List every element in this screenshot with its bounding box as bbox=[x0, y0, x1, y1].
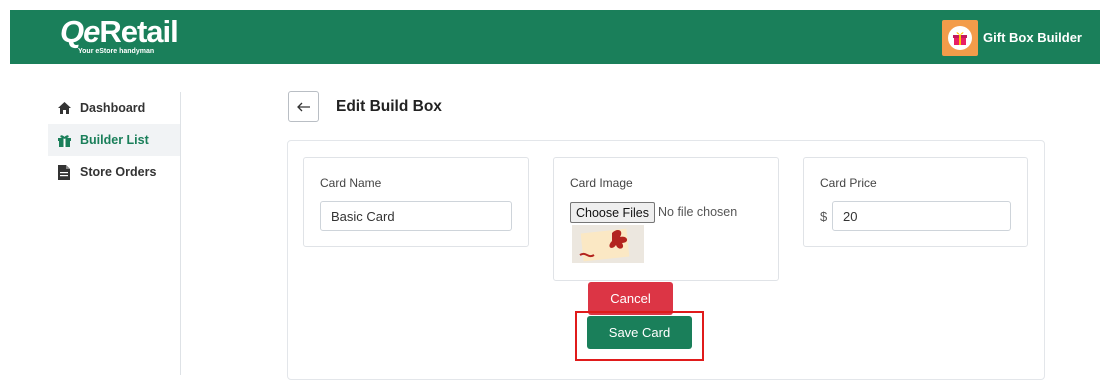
app-title: Gift Box Builder bbox=[983, 30, 1082, 45]
sidebar-item-dashboard[interactable]: Dashboard bbox=[48, 92, 180, 124]
document-icon bbox=[56, 164, 72, 180]
logo-prefix: Qe bbox=[60, 14, 100, 49]
card-price-card: Card Price $ 20 bbox=[803, 157, 1028, 247]
logo-tagline: Your eStore handyman bbox=[78, 48, 155, 55]
currency-symbol: $ bbox=[820, 209, 828, 224]
app-badge[interactable]: Gift Box Builder bbox=[942, 19, 1082, 56]
card-name-input[interactable]: Basic Card bbox=[320, 201, 512, 231]
page-title: Edit Build Box bbox=[336, 97, 442, 115]
card-image-card: Card Image Choose Files No file chosen bbox=[553, 157, 779, 281]
choose-files-button[interactable]: Choose Files bbox=[570, 202, 655, 223]
page-header: Edit Build Box bbox=[288, 91, 442, 122]
sidebar-item-label: Store Orders bbox=[80, 165, 157, 179]
home-icon bbox=[56, 100, 72, 116]
card-name-label: Card Name bbox=[320, 176, 382, 190]
save-card-button[interactable]: Save Card bbox=[587, 316, 692, 349]
card-image-preview bbox=[572, 225, 644, 263]
card-name-card: Card Name Basic Card bbox=[303, 157, 529, 247]
gift-icon bbox=[56, 132, 72, 148]
card-name-value: Basic Card bbox=[331, 208, 395, 224]
arrow-left-icon bbox=[296, 102, 310, 111]
card-price-input[interactable]: 20 bbox=[832, 201, 1011, 231]
sidebar-item-label: Dashboard bbox=[80, 101, 146, 115]
card-price-label: Card Price bbox=[820, 176, 877, 190]
sidebar: Dashboard Builder List Store Orders bbox=[48, 92, 181, 375]
top-navbar: QeRetail Your eStore handyman Gift Box B… bbox=[10, 10, 1100, 64]
file-status-text: No file chosen bbox=[658, 205, 738, 219]
sidebar-item-store-orders[interactable]: Store Orders bbox=[48, 156, 180, 188]
back-button[interactable] bbox=[288, 91, 319, 122]
card-image-label: Card Image bbox=[570, 176, 633, 190]
logo[interactable]: QeRetail Your eStore handyman bbox=[60, 14, 179, 56]
logo-text: Retail bbox=[99, 14, 178, 49]
sidebar-item-label: Builder List bbox=[80, 133, 149, 147]
sidebar-item-builder-list[interactable]: Builder List bbox=[48, 124, 180, 156]
card-price-value: 20 bbox=[843, 208, 858, 224]
gift-box-app-icon bbox=[942, 19, 979, 56]
